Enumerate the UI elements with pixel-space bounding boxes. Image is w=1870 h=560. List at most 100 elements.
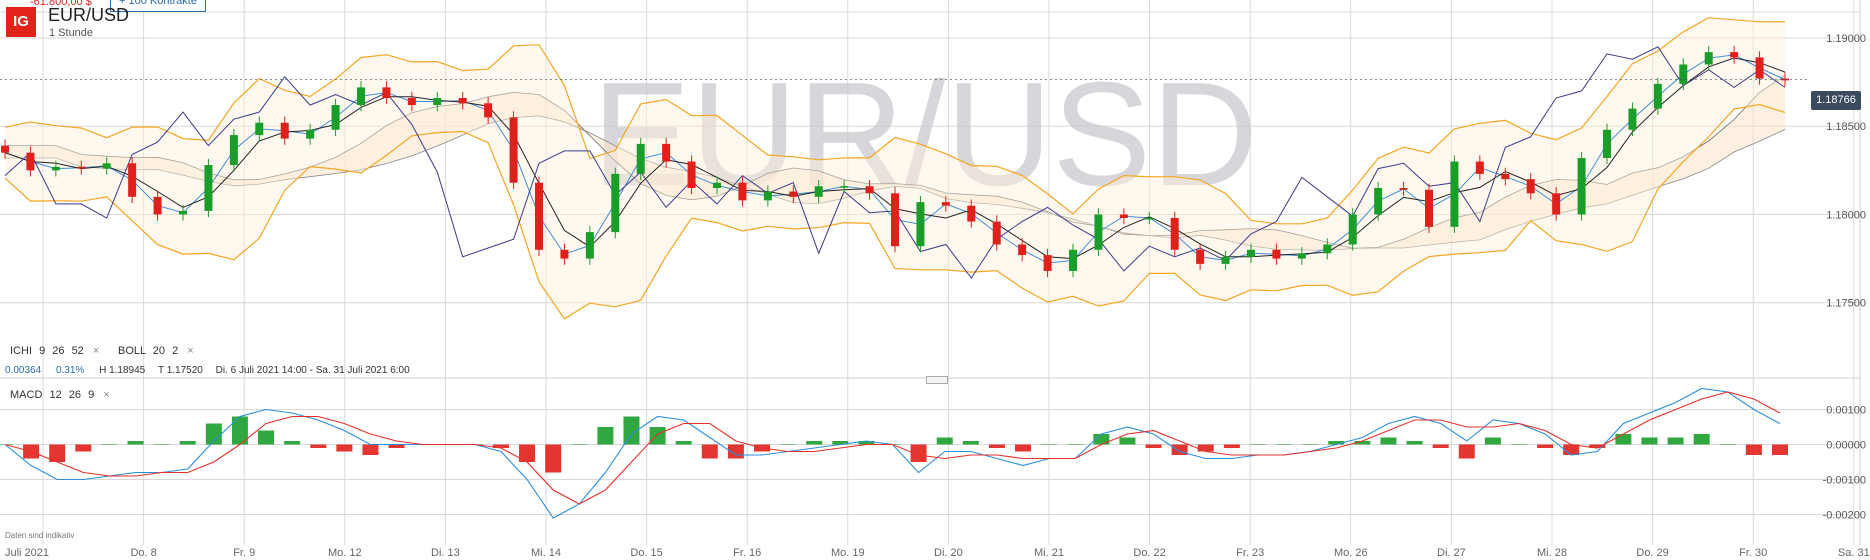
candle-body [1755, 57, 1764, 79]
candle-body [1196, 249, 1205, 264]
macd-histogram-bar [310, 444, 327, 448]
x-tick-label: Di. 13 [431, 547, 460, 559]
macd-histogram-bar [1119, 437, 1136, 445]
candle-body [763, 191, 772, 201]
x-tick-label: Di. 20 [934, 547, 963, 559]
candle-body [1679, 64, 1688, 84]
y-tick-label: 0.00100 [1826, 405, 1866, 417]
macd-histogram-bar [127, 441, 144, 445]
candle-body [255, 122, 264, 136]
macd-histogram-bar [1197, 444, 1214, 452]
macd-histogram-bar [1249, 444, 1266, 445]
candle-body [407, 98, 416, 106]
x-tick-label: Sa. 31 [1838, 547, 1870, 559]
candle-body [1297, 253, 1306, 259]
macd-label: MACD [10, 389, 43, 401]
candle-body [1475, 161, 1484, 174]
close-icon[interactable]: × [187, 345, 193, 357]
candle-body [1323, 244, 1332, 254]
x-tick-label: Fr. 16 [733, 547, 761, 559]
macd-histogram-bar [806, 441, 823, 445]
panel-resize-handle[interactable] [926, 376, 948, 384]
x-tick-label: Fr. 23 [1236, 547, 1264, 559]
candle-body [357, 87, 365, 106]
candle-body [204, 165, 213, 211]
boll-param: 2 [172, 345, 179, 357]
macd-histogram-bar [1537, 444, 1554, 448]
candle-body [611, 173, 620, 233]
chart-canvas[interactable]: EUR/USD 1.17500 1.18000 1.18500 1.19000 -0.0… [0, 0, 1870, 560]
low-value: T 1.17520 [158, 365, 203, 376]
candle-body [128, 163, 137, 197]
x-tick-label: Mi. 28 [1537, 547, 1567, 559]
macd-histogram-bar [545, 444, 562, 473]
x-tick-label: Mo. 26 [1334, 547, 1368, 559]
current-price-badge: 1.18766 [1811, 91, 1861, 110]
candle-body [916, 202, 925, 247]
ichi-param: 26 [52, 345, 65, 357]
macd-histogram-bar [1406, 441, 1423, 445]
candle-body [789, 191, 798, 197]
candle-body [560, 249, 569, 259]
instrument-title: EUR/USD [48, 5, 130, 25]
x-axis-labels: Juli 2021 Do. 8 Fr. 9 Mo. 12 Di. 13 Mi. 14 Do.… [5, 547, 1870, 559]
macd-legend[interactable]: MACD 12 26 9 × [10, 389, 110, 401]
macd-histogram-bar [1145, 444, 1162, 448]
macd-param: 26 [68, 389, 82, 401]
candle-body [1552, 193, 1561, 215]
close-icon[interactable]: × [93, 345, 99, 357]
candle-body [1399, 188, 1408, 190]
boll-legend[interactable]: BOLL 20 2 × [118, 345, 194, 357]
x-tick-label: Mi. 14 [531, 547, 561, 559]
ichi-param: 52 [71, 345, 84, 357]
timeframe-label[interactable]: 1 Stunde [49, 27, 93, 39]
x-tick-label: Di. 27 [1437, 547, 1466, 559]
macd-histogram-bar [1772, 444, 1788, 455]
y-tick-label: -0.00100 [1823, 475, 1866, 487]
boll-label: BOLL [118, 345, 146, 357]
macd-histogram-bar [1302, 444, 1319, 445]
candle-body [26, 152, 35, 171]
candle-body [102, 163, 111, 169]
x-tick-label: Do. 8 [130, 547, 156, 559]
change-percent: 0.31% [55, 365, 85, 376]
macd-histogram-bar [153, 444, 170, 445]
candle-body [1704, 52, 1713, 65]
macd-histogram-bar [988, 444, 1005, 448]
candle-body [1247, 249, 1255, 257]
macd-histogram-bar [780, 444, 797, 445]
candle-body [687, 161, 696, 188]
candle-body [1018, 244, 1027, 256]
macd-histogram-bar [1615, 434, 1632, 445]
macd-histogram-bar [284, 441, 301, 445]
macd-histogram-bar [1276, 444, 1293, 445]
candle-body [535, 182, 543, 250]
macd-histogram-bar [1067, 444, 1084, 445]
macd-histogram-bar [1667, 437, 1684, 445]
macd-histogram-bar [1641, 437, 1658, 445]
candle-body [1348, 214, 1357, 245]
close-icon[interactable]: × [103, 389, 109, 401]
macd-histogram-bar [571, 444, 588, 445]
candle-body [840, 186, 849, 188]
candle-body [713, 182, 721, 188]
y-tick-label: -0.00200 [1823, 510, 1866, 522]
macd-histogram-bar [675, 441, 692, 445]
candle-body [636, 143, 645, 174]
candle-body [1526, 179, 1535, 194]
candle-body [1221, 256, 1230, 264]
candle-body [891, 193, 899, 247]
candle-body [458, 98, 467, 104]
macd-histogram-bar [1458, 444, 1475, 459]
ichi-legend[interactable]: ICHI 9 26 52 × [10, 345, 99, 357]
macd-histogram-bar [936, 437, 953, 445]
candle-body [585, 232, 594, 259]
macd-histogram-bar [597, 427, 614, 445]
date-range: Di. 6 Juli 2021 14:00 - Sa. 31 Juli 2021… [215, 365, 410, 376]
candle-body [1730, 52, 1739, 58]
candle-body [1425, 189, 1433, 227]
macd-histogram-bar [258, 430, 275, 445]
x-tick-label: Do. 15 [630, 547, 662, 559]
candle-body [941, 202, 950, 206]
candle-body [306, 129, 315, 139]
